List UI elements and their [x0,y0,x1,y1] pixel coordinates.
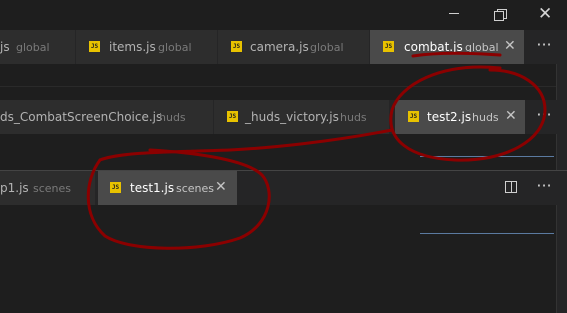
breadcrumb [0,64,556,87]
tab-directory: huds [472,111,499,124]
minimize-button[interactable] [431,0,477,30]
tab-directory: global [310,41,344,54]
tab-directory: huds [340,111,367,124]
vertical-scrollbar[interactable] [556,64,567,100]
editor-group-3-tabs: p1.js scenes JS test1.js scenes ✕ ··· [0,171,567,205]
more-actions-icon[interactable]: ··· [527,100,561,134]
restore-button[interactable] [477,0,523,30]
more-actions-icon[interactable]: ··· [527,30,561,64]
javascript-file-icon: JS [408,111,419,122]
window-close-icon: ✕ [538,4,553,24]
tab-camera-js[interactable]: JS camera.js global [218,30,370,64]
vertical-scrollbar[interactable] [556,134,567,171]
tab-map1-js[interactable]: p1.js scenes [0,171,96,205]
javascript-file-icon: JS [227,111,238,122]
tab-filename: test2.js [427,110,472,124]
javascript-file-icon: JS [383,41,394,52]
minimap-view-indicator [420,156,554,157]
close-icon[interactable]: ✕ [504,38,516,54]
tab-huds-victory-js[interactable]: JS _huds_victory.js huds [214,100,390,134]
tab-filename: ds_CombatScreenChoice.js [0,110,163,124]
javascript-file-icon: JS [231,41,242,52]
tab-combat-js[interactable]: JS combat.js global ✕ [370,30,525,64]
tab-items-js[interactable]: JS items.js global [76,30,218,64]
javascript-file-icon: JS [89,41,100,52]
tab-filename: test1.js [130,181,175,195]
tab-filename: combat.js [404,40,463,54]
more-actions-icon[interactable]: ··· [527,171,561,205]
editor-group-1-tabs: js global JS items.js global JS camera.j… [0,30,567,64]
tab-filename: js [0,40,10,54]
editor-group-2-tabs: ds_CombatScreenChoice.js huds JS _huds_v… [0,100,567,134]
javascript-file-icon: JS [110,182,121,193]
tab-test1-js[interactable]: JS test1.js scenes ✕ [98,171,238,205]
minimize-icon [449,13,459,14]
close-icon[interactable]: ✕ [505,108,517,124]
tab-directory: global [16,41,50,54]
tab-filename: camera.js [250,40,309,54]
window-close-button[interactable]: ✕ [522,0,567,30]
title-bar: ✕ [0,0,567,30]
tab-directory: huds [159,111,186,124]
tab-global-js[interactable]: js global [0,30,76,64]
close-icon[interactable]: ✕ [215,179,227,195]
tab-directory: global [465,41,499,54]
tab-filename: _huds_victory.js [245,110,339,124]
split-editor-icon[interactable] [505,181,517,193]
tab-huds-combatscreenchoice-js[interactable]: ds_CombatScreenChoice.js huds [0,100,214,134]
editor-pane-2[interactable] [0,134,567,171]
vertical-scrollbar[interactable] [556,205,567,313]
minimap-view-indicator [420,233,554,234]
tab-directory: scenes [33,182,72,195]
tab-test2-js[interactable]: JS test2.js huds ✕ [395,100,526,134]
editor-pane-3[interactable] [0,205,567,313]
editor-pane-1[interactable] [0,64,567,100]
tab-directory: global [158,41,192,54]
tab-directory: scenes [176,182,215,195]
tab-filename: items.js [109,40,156,54]
tab-filename: p1.js [0,181,29,195]
